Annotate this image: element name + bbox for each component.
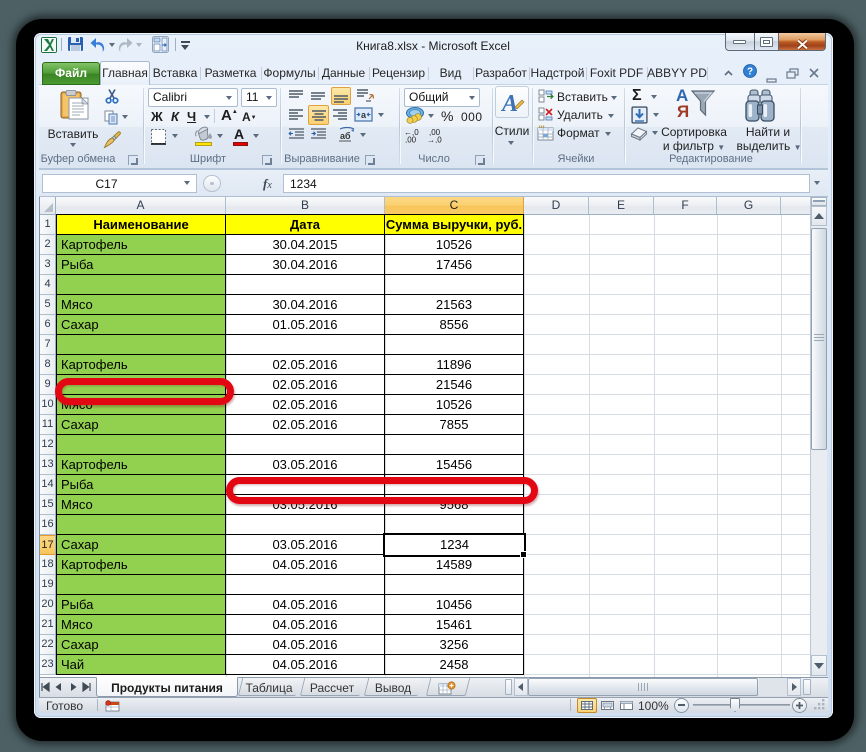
svg-text:А: А	[501, 91, 518, 115]
svg-text:→,0: →,0	[427, 136, 442, 144]
svg-text:Я: Я	[677, 102, 689, 121]
svg-text:аб: аб	[340, 131, 351, 141]
svg-text:,00: ,00	[405, 136, 417, 144]
svg-text:?: ?	[747, 67, 753, 78]
